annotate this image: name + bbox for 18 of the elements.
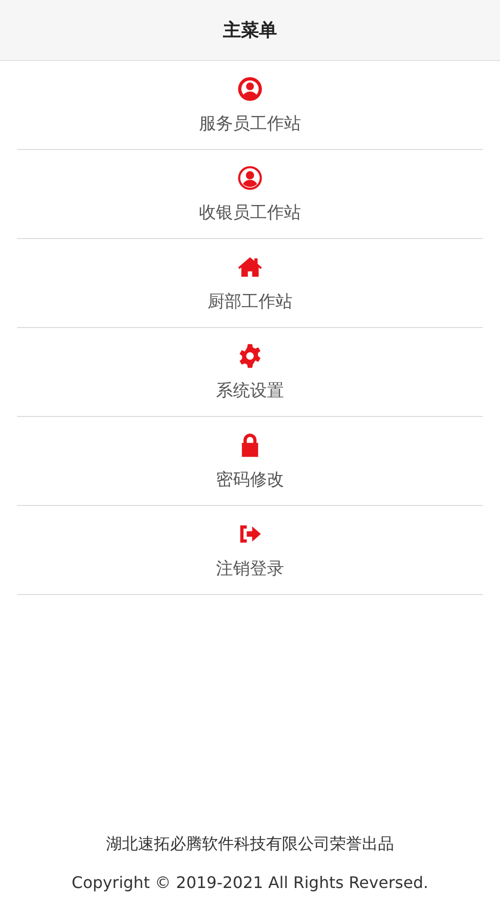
header-title: 主菜单 <box>0 0 500 61</box>
menu-item-label: 密码修改 <box>216 468 284 490</box>
menu-item[interactable]: 系统设置 <box>17 328 483 417</box>
menu-item[interactable]: 收银员工作站 <box>17 150 483 239</box>
user-icon <box>237 164 263 190</box>
gear-icon <box>237 342 263 368</box>
menu-item-label: 服务员工作站 <box>199 112 301 134</box>
menu-item-label: 系统设置 <box>216 380 284 402</box>
menu-item-label: 厨部工作站 <box>208 290 292 312</box>
menu-item[interactable]: 注销登录 <box>17 506 483 595</box>
user-icon <box>237 76 263 102</box>
menu-item[interactable]: 密码修改 <box>17 417 483 506</box>
menu-item[interactable]: 厨部工作站 <box>17 239 483 328</box>
menu-item-label: 收银员工作站 <box>199 202 301 224</box>
menu-item[interactable]: 服务员工作站 <box>17 61 483 150</box>
copyright-text: Copyright © 2019-2021 All Rights Reversed. <box>72 873 428 892</box>
menu-item-label: 注销登录 <box>216 558 284 580</box>
company-credit: 湖北速拓必腾软件科技有限公司荣誉出品 <box>106 834 394 855</box>
